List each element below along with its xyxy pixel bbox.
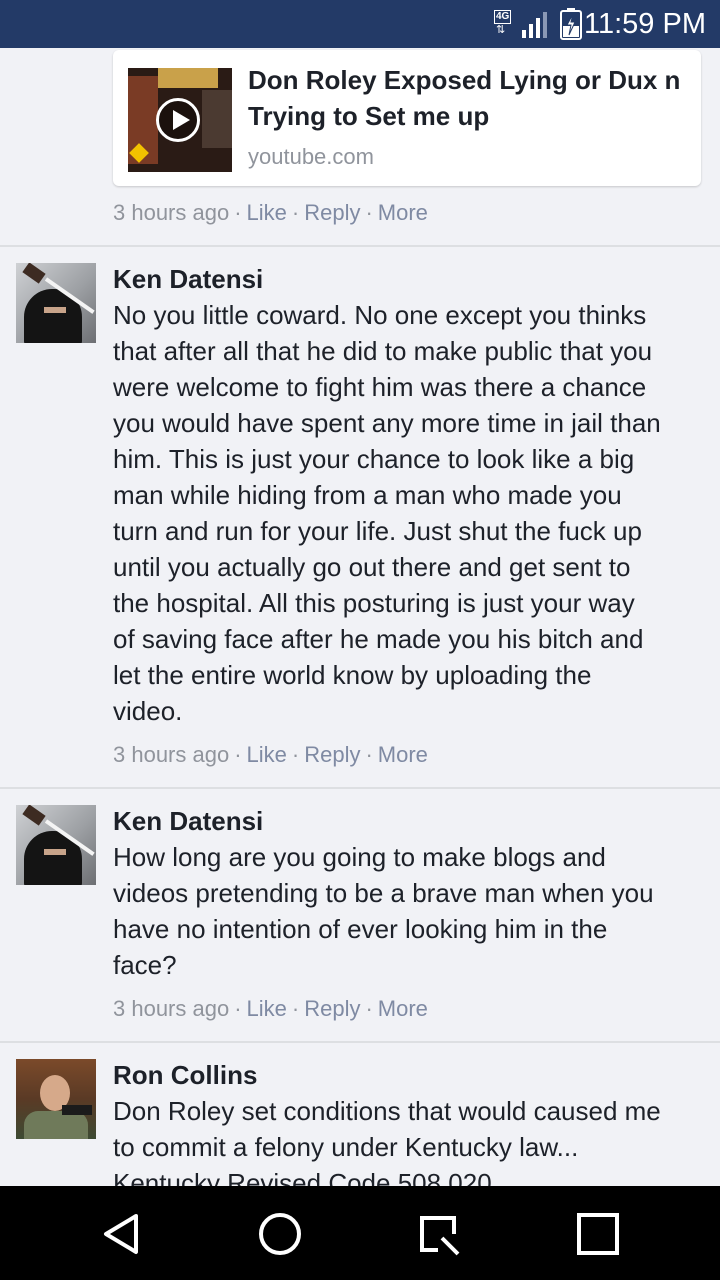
- comment-meta: 3 hours ago · Like · Reply · More: [113, 996, 428, 1021]
- comment-text: No you little coward. No one except you …: [113, 300, 661, 726]
- avatar[interactable]: [16, 263, 96, 343]
- like-button[interactable]: Like: [247, 742, 287, 767]
- comment-meta: 3 hours ago · Like · Reply · More: [113, 742, 428, 767]
- comment-author[interactable]: Ken Datensi: [113, 804, 263, 838]
- avatar[interactable]: [16, 805, 96, 885]
- comment-meta: 3 hours ago · Like · Reply · More: [113, 200, 428, 225]
- more-button[interactable]: More: [378, 200, 428, 225]
- battery-charging-icon: [560, 8, 582, 40]
- avatar[interactable]: [16, 1059, 96, 1139]
- comment-text: How long are you going to make blogs and…: [113, 842, 654, 980]
- home-icon[interactable]: [258, 1212, 302, 1256]
- link-source: youtube.com: [248, 144, 374, 169]
- link-preview-card[interactable]: Don Roley Exposed Lying or Dux n Trying …: [113, 50, 701, 186]
- back-icon[interactable]: [100, 1212, 144, 1256]
- link-title[interactable]: Don Roley Exposed Lying or Dux n Trying …: [248, 62, 688, 134]
- like-button[interactable]: Like: [247, 996, 287, 1021]
- network-label: 4G: [494, 10, 512, 24]
- recents-icon[interactable]: [416, 1212, 460, 1256]
- status-bar: 4G ⇅ 11:59 PM: [0, 0, 720, 48]
- reply-button[interactable]: Reply: [304, 200, 360, 225]
- like-button[interactable]: Like: [247, 200, 287, 225]
- play-icon[interactable]: [156, 98, 200, 142]
- reply-button[interactable]: Reply: [304, 742, 360, 767]
- signal-icon: [522, 12, 547, 38]
- comment-author[interactable]: Ken Datensi: [113, 262, 263, 296]
- video-thumbnail[interactable]: [128, 68, 232, 172]
- divider: [0, 245, 720, 247]
- comment-text: Don Roley set conditions that would caus…: [113, 1096, 661, 1186]
- reply-button[interactable]: Reply: [304, 996, 360, 1021]
- status-time: 11:59 PM: [584, 8, 706, 40]
- more-button[interactable]: More: [378, 742, 428, 767]
- comment-time: 3 hours ago: [113, 996, 230, 1021]
- data-arrows-icon: ⇅: [496, 24, 506, 36]
- navigation-bar: [0, 1186, 720, 1280]
- comment-author[interactable]: Ron Collins: [113, 1058, 257, 1092]
- divider: [0, 1041, 720, 1043]
- lte-icon: 4G ⇅: [494, 10, 518, 38]
- divider: [0, 787, 720, 789]
- comment-feed[interactable]: Don Roley Exposed Lying or Dux n Trying …: [0, 48, 720, 1186]
- comment-time: 3 hours ago: [113, 742, 230, 767]
- more-button[interactable]: More: [378, 996, 428, 1021]
- square-icon[interactable]: [576, 1212, 620, 1256]
- comment-time: 3 hours ago: [113, 200, 230, 225]
